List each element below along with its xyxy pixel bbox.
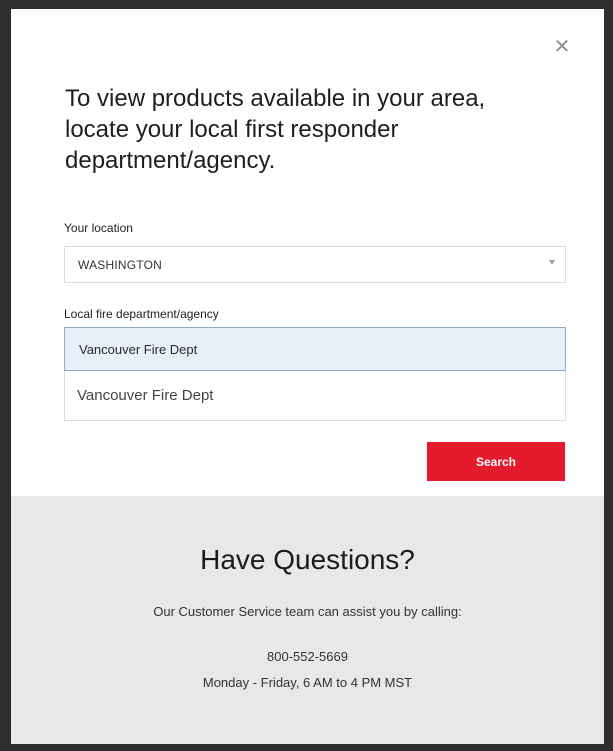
close-icon[interactable]: ✕	[551, 35, 573, 57]
phone-number: 800-552-5669	[267, 649, 348, 664]
agency-label: Local fire department/agency	[64, 307, 219, 321]
modal-title: To view products available in your area,…	[65, 85, 486, 174]
agency-suggestion-list: Vancouver Fire Dept	[64, 371, 566, 421]
questions-panel: Have Questions? Our Customer Service tea…	[11, 496, 604, 744]
questions-text: Our Customer Service team can assist you…	[153, 604, 462, 619]
location-select-value: WASHINGTON	[78, 258, 163, 272]
search-button[interactable]: Search	[427, 442, 565, 481]
chevron-down-icon	[549, 260, 555, 265]
location-modal: ✕ To view products available in your are…	[11, 9, 604, 744]
agency-suggestion-item[interactable]: Vancouver Fire Dept	[77, 387, 213, 404]
service-hours: Monday - Friday, 6 AM to 4 PM MST	[202, 675, 413, 690]
location-select[interactable]: WASHINGTON	[64, 246, 566, 283]
agency-search-input[interactable]	[64, 327, 566, 371]
location-label: Your location	[64, 221, 133, 235]
questions-title: Have Questions?	[200, 544, 415, 575]
